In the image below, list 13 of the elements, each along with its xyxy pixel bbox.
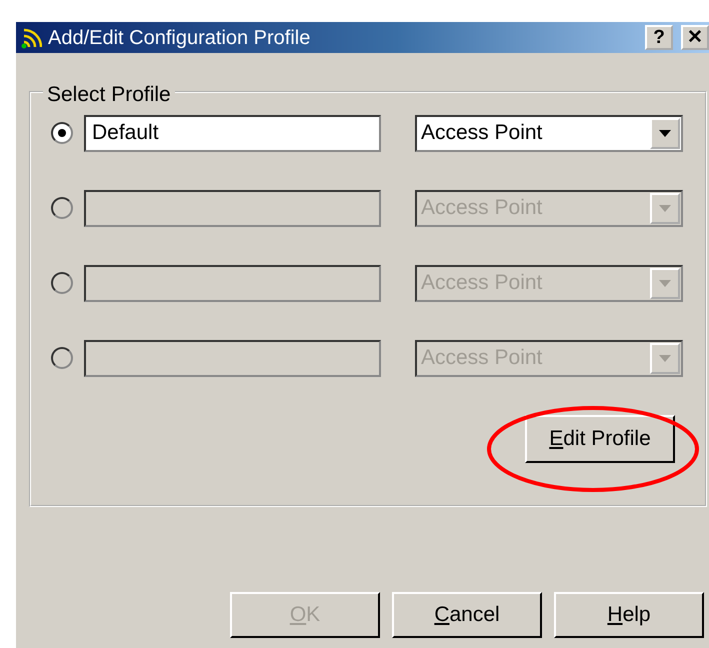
help-button[interactable]: ?	[645, 25, 673, 50]
caret-icon	[659, 354, 671, 362]
radio-button[interactable]	[51, 122, 73, 144]
caret-icon	[659, 204, 671, 212]
caret-icon	[659, 130, 671, 136]
dialog-button[interactable]: Cancel	[392, 592, 542, 638]
dialog-button[interactable]: Help	[554, 592, 704, 638]
mode-dropdown[interactable]: Access Point	[415, 114, 683, 152]
edit-profile-button[interactable]: Edit Profile	[525, 415, 675, 463]
window-title: Add/Edit Configuration Profile	[48, 26, 310, 50]
profile-name-field[interactable]: Default	[84, 114, 381, 152]
close-button[interactable]: ✕	[681, 25, 709, 50]
caret-icon	[659, 280, 671, 286]
